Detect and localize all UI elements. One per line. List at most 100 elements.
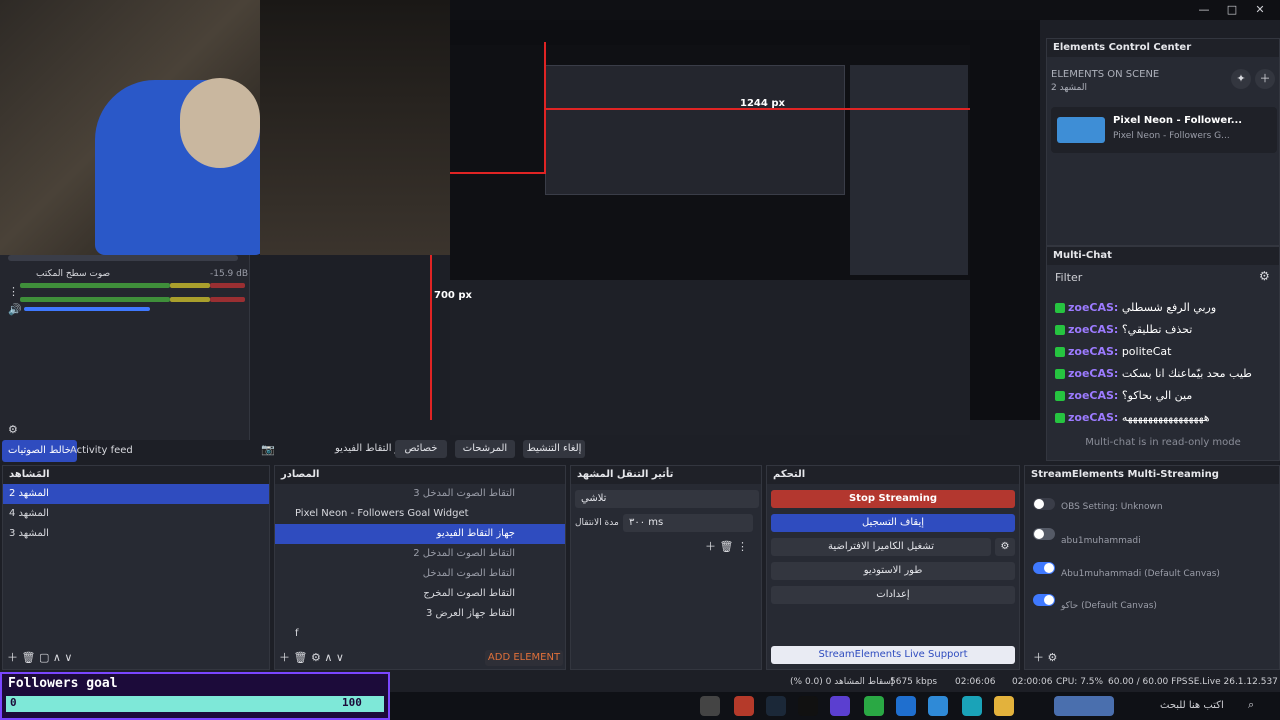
transition-add-icon[interactable]: ＋ 🗑 ⋮ [705, 538, 748, 554]
search-box[interactable]: اكتب هنا للبحث [1160, 700, 1224, 711]
sources-title: المصادر [275, 466, 565, 484]
app-icon[interactable] [700, 696, 720, 716]
stream-toggle[interactable] [1033, 594, 1055, 606]
multistream-dock: StreamElements Multi-Streaming OBS Setti… [1024, 465, 1280, 670]
virtual-cam-button[interactable]: تشغيل الكاميرا الافتراضية [771, 538, 991, 556]
volume-slider-top[interactable] [8, 255, 238, 261]
volume-slider[interactable] [24, 307, 150, 311]
app-icon[interactable] [734, 696, 754, 716]
close-icon[interactable]: ✕ [1248, 2, 1272, 18]
nested-obs-window [545, 65, 845, 195]
deactivate-button[interactable]: إلغاء التنشيط [523, 440, 585, 458]
meter-yellow [170, 283, 210, 288]
settings-button[interactable]: إعدادات [771, 586, 1015, 604]
mixer-settings-icon[interactable]: ⚙ [8, 423, 18, 436]
rec-time: 02:06:06 [955, 677, 996, 687]
source-add-icon[interactable]: ＋ 🗑 ⚙ ∧ ∨ [279, 649, 344, 665]
filters-button[interactable]: المرشحات [455, 440, 515, 458]
nested-dock [850, 65, 968, 275]
scene-item[interactable]: المشهد 4 [3, 504, 269, 524]
edge-icon[interactable] [962, 696, 982, 716]
chat-message: zoeCAS: وربي الرفع شسطلي [1047, 297, 1279, 319]
outlook-icon[interactable] [896, 696, 916, 716]
steam-icon[interactable] [766, 696, 786, 716]
speaker-icon[interactable]: 🔊 [8, 303, 22, 316]
dropped-frames: إسقاط المشاهد 0 (0.0 %) [790, 677, 894, 687]
guide-line-left [430, 255, 432, 420]
chrome-icon[interactable] [864, 696, 884, 716]
stop-recording-button[interactable]: إيقاف التسجيل [771, 514, 1015, 532]
goal-start: 0 [10, 696, 17, 709]
bitrate: 5675 kbps [890, 677, 938, 687]
ecc-subtitle: ELEMENTS ON SCENE [1051, 69, 1160, 80]
cpu: CPU: 7.5% [1056, 677, 1104, 687]
widget-sub: Pixel Neon - Followers G... [1113, 131, 1230, 141]
source-item[interactable]: التقاط الصوت المدخل 3 [275, 484, 565, 504]
scene-add-icon[interactable]: ＋ 🗑 ▢ ∧ ∨ [7, 649, 72, 665]
add-icon[interactable]: ＋ [1255, 69, 1275, 89]
sparkle-icon[interactable]: ✦ [1231, 69, 1251, 89]
source-item[interactable]: التقاط الصوت المدخل [275, 564, 565, 584]
readonly-notice: Multi-chat is in read-only mode [1085, 437, 1241, 448]
duration-input[interactable]: ٣٠٠ ms [623, 514, 753, 532]
source-item[interactable]: Pixel Neon - Followers Goal Widget [275, 504, 565, 524]
chat-filter[interactable]: Filter [1055, 271, 1082, 284]
stream-toggle[interactable] [1033, 562, 1055, 574]
mixer-channel-db: -15.9 dB [210, 269, 249, 279]
source-item[interactable]: التقاط الصوت المدخل 2 [275, 544, 565, 564]
properties-button[interactable]: خصائص [395, 440, 447, 458]
mixer-menu-icon[interactable]: ⋮ [8, 285, 19, 298]
version: SE.Live 26.1.12.537 [1188, 677, 1278, 687]
tab-activity-feed[interactable]: Activity feed [64, 440, 139, 462]
scene-item[interactable]: المشهد 3 [3, 524, 269, 544]
stream-label: OBS Setting: Unknown [1061, 502, 1163, 512]
stream-toggle[interactable] [1033, 528, 1055, 540]
search-icon[interactable]: ⌕ [1248, 698, 1254, 712]
multistream-title: StreamElements Multi-Streaming [1025, 466, 1279, 484]
transitions-dock: تأثير التنقل المشهد تلاشي مدة الانتقال ٣… [570, 465, 762, 670]
source-item[interactable]: التقاط الصوت المخرج [275, 584, 565, 604]
stream-label: abu1muhammadi [1061, 536, 1141, 546]
gear-icon[interactable]: ⚙ [995, 538, 1015, 556]
minimize-icon[interactable]: — [1192, 2, 1216, 18]
stop-streaming-button[interactable]: Stop Streaming [771, 490, 1015, 508]
multi-chat: Multi-Chat Filter ⚙ zoeCAS: وربي الرفع ش… [1046, 246, 1280, 461]
weather-widget[interactable] [1054, 696, 1114, 716]
nested-obs-bottom [450, 280, 970, 435]
chat-message: zoeCAS: مين الي بحاكو؟ [1047, 385, 1279, 407]
widget-thumbnail [1057, 117, 1105, 143]
studio-mode-button[interactable]: طور الاستوديو [771, 562, 1015, 580]
tiktok-icon[interactable] [798, 696, 818, 716]
preview-canvas[interactable]: 1244 px 700 px [430, 20, 1040, 435]
transition-select[interactable]: تلاشي [575, 490, 759, 508]
stream-toggle[interactable] [1033, 498, 1055, 510]
source-item[interactable]: التقاط جهاز العرض 3 [275, 604, 565, 624]
ecc-scene: المشهد 2 [1051, 83, 1087, 93]
goal-progress-bar [6, 696, 384, 712]
store-icon[interactable] [928, 696, 948, 716]
widget-card[interactable]: Pixel Neon - Follower... Pixel Neon - Fo… [1051, 107, 1277, 153]
source-toolbar: 📷 جهاز التقاط الفيديو خصائص المرشحات إلغ… [255, 438, 1045, 462]
status-bar: إسقاط المشاهد 0 (0.0 %) 5675 kbps 02:06:… [390, 672, 1280, 692]
source-item[interactable]: f [275, 624, 565, 644]
audio-mixer: صوت سطح المكتب -15.9 dB ⋮ 🔊 ⚙ [0, 255, 250, 440]
guide-line-vertical [544, 42, 546, 172]
maximize-icon[interactable]: □ [1220, 2, 1244, 18]
app-icon[interactable] [830, 696, 850, 716]
multistream-add-icon[interactable]: ＋ ⚙ [1033, 649, 1057, 665]
transitions-title: تأثير التنقل المشهد [571, 466, 761, 484]
goal-title: Followers goal [8, 676, 118, 691]
elements-control-center: Elements Control Center ELEMENTS ON SCEN… [1046, 38, 1280, 246]
meter-yellow-2 [170, 297, 210, 302]
measure-label-height: 700 px [434, 290, 472, 301]
chat-list: zoeCAS: وربي الرفع شسطلي zoeCAS: تحذف تط… [1047, 297, 1279, 429]
chat-message: zoeCAS: politeCat [1047, 341, 1279, 363]
source-item[interactable]: جهاز التقاط الفيديو [275, 524, 565, 544]
folder-icon[interactable] [994, 696, 1014, 716]
gear-icon[interactable]: ⚙ [1259, 269, 1270, 283]
nested-preview [450, 45, 970, 435]
scene-item[interactable]: المشهد 2 [3, 484, 269, 504]
live-support-button[interactable]: StreamElements Live Support [771, 646, 1015, 664]
followers-goal-widget: Followers goal 0 100 [0, 672, 390, 720]
add-element-button[interactable]: ADD ELEMENT [485, 650, 563, 666]
